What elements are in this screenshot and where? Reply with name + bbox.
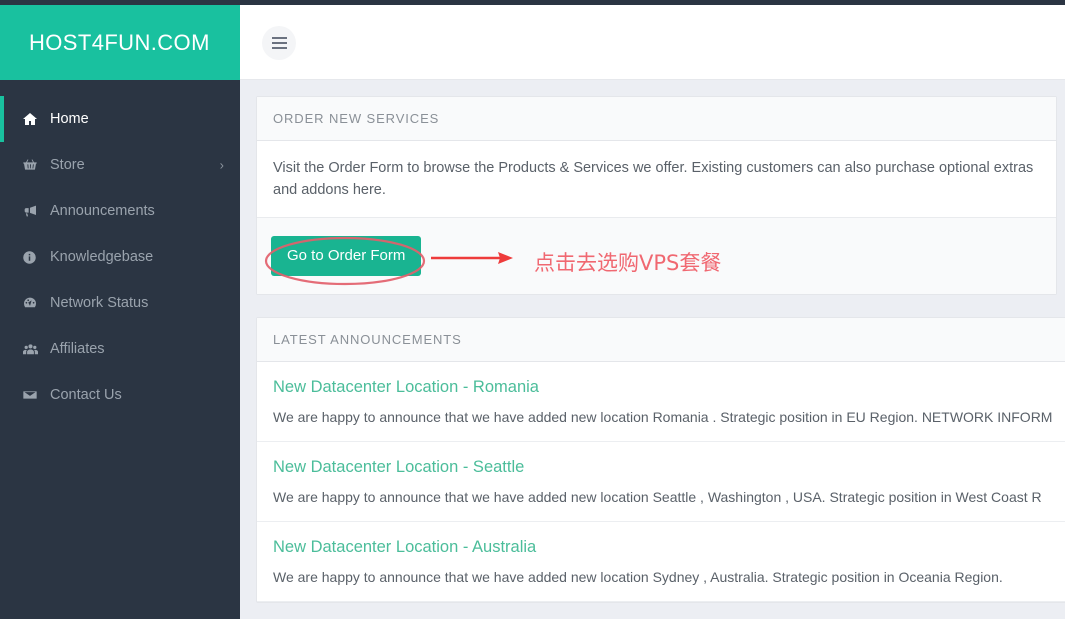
home-icon: [22, 111, 50, 127]
announcement-excerpt: We are happy to announce that we have ad…: [273, 487, 1065, 507]
sidebar-item-label: Knowledgebase: [50, 249, 153, 265]
announcement-excerpt: We are happy to announce that we have ad…: [273, 567, 1065, 587]
panel-heading: ORDER NEW SERVICES: [257, 97, 1056, 141]
list-item: New Datacenter Location - Seattle We are…: [257, 442, 1065, 522]
list-item: New Datacenter Location - Romania We are…: [257, 362, 1065, 442]
sidebar-item-network-status[interactable]: Network Status: [0, 280, 240, 326]
info-circle-icon: [22, 250, 50, 265]
panel-heading: LATEST ANNOUNCEMENTS: [257, 318, 1065, 362]
page-root: HOST4FUN.COM Home Store › An: [0, 0, 1065, 619]
announcement-title-link[interactable]: New Datacenter Location - Australia: [273, 538, 1065, 557]
sidebar-item-label: Store: [50, 157, 85, 173]
brand-title: HOST4FUN.COM: [29, 30, 210, 56]
hamburger-menu-icon[interactable]: [262, 26, 296, 60]
sidebar-item-contact-us[interactable]: Contact Us: [0, 372, 240, 418]
sidebar-item-home[interactable]: Home: [0, 96, 240, 142]
bullhorn-icon: [22, 203, 50, 219]
top-header-bar: [240, 5, 1065, 80]
chevron-right-icon: ›: [220, 159, 224, 172]
announcement-excerpt: We are happy to announce that we have ad…: [273, 407, 1065, 427]
sidebar-item-label: Affiliates: [50, 341, 105, 357]
shopping-basket-icon: [22, 157, 50, 173]
sidebar-item-label: Announcements: [50, 203, 155, 219]
sidebar-nav: Home Store › Announcements Knowledgebase: [0, 80, 240, 619]
annotation-callout-text: 点击去选购VPS套餐: [534, 247, 721, 277]
hamburger-bar: [272, 42, 287, 44]
sidebar-item-label: Network Status: [50, 295, 148, 311]
latest-announcements-panel: LATEST ANNOUNCEMENTS New Datacenter Loca…: [256, 317, 1065, 603]
hamburger-bar: [272, 47, 287, 49]
sidebar-item-knowledgebase[interactable]: Knowledgebase: [0, 234, 240, 280]
envelope-icon: [22, 387, 50, 403]
main-content: ORDER NEW SERVICES Visit the Order Form …: [240, 80, 1065, 619]
sidebar-item-affiliates[interactable]: Affiliates: [0, 326, 240, 372]
announcements-list: New Datacenter Location - Romania We are…: [257, 362, 1065, 602]
hamburger-bar: [272, 37, 287, 39]
announcement-title-link[interactable]: New Datacenter Location - Seattle: [273, 458, 1065, 477]
sidebar-item-store[interactable]: Store ›: [0, 142, 240, 188]
order-description: Visit the Order Form to browse the Produ…: [257, 141, 1056, 218]
sidebar-item-label: Contact Us: [50, 387, 122, 403]
sidebar-item-label: Home: [50, 111, 89, 127]
go-to-order-form-button[interactable]: Go to Order Form: [271, 236, 421, 276]
dashboard-icon: [22, 295, 50, 311]
announcement-title-link[interactable]: New Datacenter Location - Romania: [273, 378, 1065, 397]
brand-block[interactable]: HOST4FUN.COM: [0, 5, 240, 80]
users-group-icon: [22, 342, 50, 357]
sidebar-item-announcements[interactable]: Announcements: [0, 188, 240, 234]
list-item: New Datacenter Location - Australia We a…: [257, 522, 1065, 602]
